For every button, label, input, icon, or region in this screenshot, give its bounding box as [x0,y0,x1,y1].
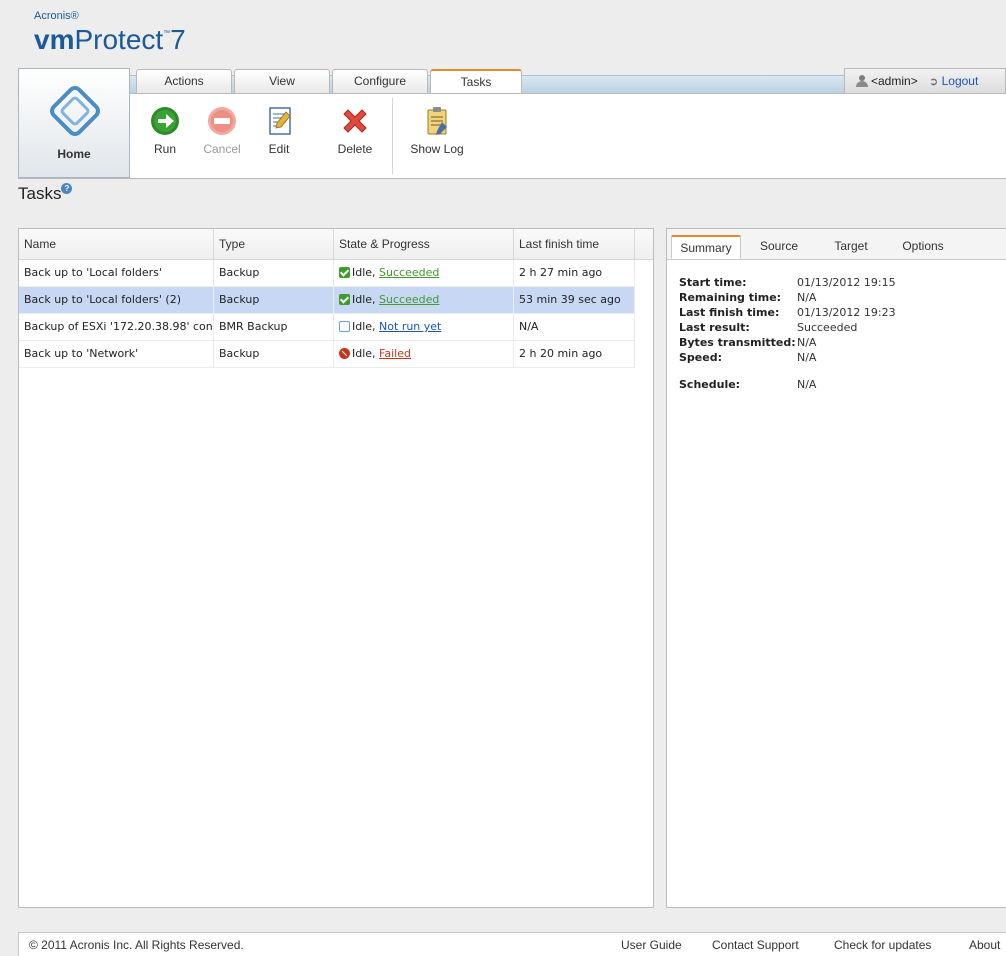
footer: © 2011 Acronis Inc. All Rights Reserved.… [18,932,1006,956]
cancel-icon [205,104,239,138]
show-log-icon [420,104,454,138]
copyright: © 2011 Acronis Inc. All Rights Reserved. [29,938,244,952]
table-header: Name Type State & Progress Last finish t… [19,229,653,260]
success-icon [339,267,350,278]
column-header-state[interactable]: State & Progress [334,229,514,259]
column-header-type[interactable]: Type [214,229,334,259]
cell-last-finish: 53 min 39 sec ago [514,287,635,313]
edit-icon [262,104,296,138]
cell-type: BMR Backup [214,314,334,340]
tab-view[interactable]: View [234,69,330,94]
page-title: Tasks? [18,183,73,204]
brand-product: vmProtect™7 [34,24,186,55]
summary-properties: Start time: 01/13/2012 19:15 Remaining ti… [667,260,1006,393]
brand-logo: Acronis® vmProtect™7 [34,10,186,54]
column-header-last-finish[interactable]: Last finish time [514,229,635,259]
cell-last-finish: N/A [514,314,635,340]
tab-source[interactable]: Source [749,235,809,259]
table-row[interactable]: Back up to 'Local folders' Backup Idle, … [19,260,635,287]
user-guide-link[interactable]: User Guide [621,938,682,952]
cell-state: Idle, Failed [334,341,514,367]
contact-support-link[interactable]: Contact Support [712,938,799,952]
help-icon[interactable]: ? [61,183,73,194]
tab-options[interactable]: Options [893,235,953,259]
prop-remaining-time: Remaining time: N/A [679,291,817,304]
user-box: <admin> ➲ Logout [844,68,1006,94]
run-button[interactable]: Run [136,104,194,156]
success-icon [339,294,350,305]
cell-name: Backup of ESXi '172.20.38.98' config... [19,314,214,340]
user-name: <admin> [871,74,918,88]
about-link[interactable]: About [969,938,1000,952]
home-label: Home [57,147,91,161]
logout-icon: ➲ [929,76,939,88]
cell-type: Backup [214,287,334,313]
details-tabs: Summary Source Target Options [667,229,1006,260]
cancel-button[interactable]: Cancel [193,104,251,156]
edit-button[interactable]: Edit [250,104,308,156]
cell-state: Idle, Succeeded [334,260,514,286]
cell-last-finish: 2 h 20 min ago [514,341,635,367]
prop-last-result: Last result: Succeeded [679,321,858,334]
tasks-table: Name Type State & Progress Last finish t… [18,228,654,908]
cell-name: Back up to 'Local folders' [19,260,214,286]
logout-link[interactable]: ➲ Logout [929,74,978,88]
result-link[interactable]: Succeeded [379,293,439,306]
prop-schedule: Schedule: N/A [679,378,817,391]
user-icon [855,75,869,87]
cell-type: Backup [214,260,334,286]
table-row[interactable]: Back up to 'Local folders' (2) Backup Id… [19,287,635,314]
prop-speed: Speed: N/A [679,351,817,364]
details-panel: Summary Source Target Options Start time… [666,228,1006,908]
result-link[interactable]: Failed [379,347,411,360]
show-log-button[interactable]: Show Log [404,104,470,156]
run-icon [148,104,182,138]
failed-icon [339,348,350,359]
cell-name: Back up to 'Local folders' (2) [19,287,214,313]
column-header-name[interactable]: Name [19,229,214,259]
result-link[interactable]: Succeeded [379,266,439,279]
delete-icon [338,104,372,138]
tab-tasks[interactable]: Tasks [430,69,522,95]
home-button[interactable]: Home [18,68,130,178]
check-updates-link[interactable]: Check for updates [834,938,931,952]
toolbar: Home Run Cancel Edit Delete Show Log [18,68,1006,179]
tab-configure[interactable]: Configure [332,69,428,94]
table-row[interactable]: Back up to 'Network' Backup Idle, Failed… [19,341,635,368]
home-icon [50,86,100,136]
delete-button[interactable]: Delete [326,104,384,156]
cell-state: Idle, Not run yet [334,314,514,340]
prop-start-time: Start time: 01/13/2012 19:15 [679,276,896,289]
prop-bytes-transmitted: Bytes transmitted: N/A [679,336,817,349]
tab-summary[interactable]: Summary [671,235,741,259]
cell-type: Backup [214,341,334,367]
not-run-icon [339,321,350,332]
prop-last-finish-time: Last finish time: 01/13/2012 19:23 [679,306,896,319]
cell-last-finish: 2 h 27 min ago [514,260,635,286]
ribbon-tabs: Actions View Configure Tasks <admin> ➲ L… [18,66,1006,95]
table-row[interactable]: Backup of ESXi '172.20.38.98' config... … [19,314,635,341]
tab-actions[interactable]: Actions [136,69,232,94]
tab-target[interactable]: Target [823,235,879,259]
cell-name: Back up to 'Network' [19,341,214,367]
toolbar-separator [392,98,393,174]
result-link[interactable]: Not run yet [379,320,441,333]
cell-state: Idle, Succeeded [334,287,514,313]
